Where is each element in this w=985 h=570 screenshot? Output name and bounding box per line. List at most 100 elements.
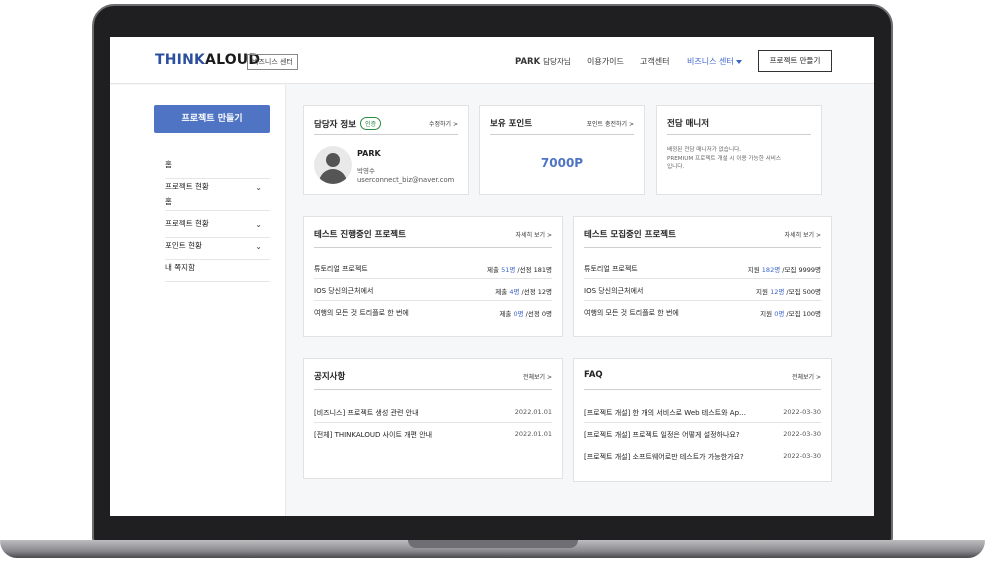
stat-num: 0명 xyxy=(774,310,785,318)
user-suffix: 담당자님 xyxy=(543,57,571,66)
stat-pre: 지원 xyxy=(747,266,762,274)
manager-email: userconnect_biz@naver.com xyxy=(357,176,455,184)
project-name: IOS 당신의근처에서 xyxy=(584,287,644,295)
sidebar-item-point-status[interactable]: 포인트 현황 ⌄ xyxy=(165,240,270,260)
recruit-details-link[interactable]: 자세히 보기 > xyxy=(785,230,821,239)
stat-post: /선정 12명 xyxy=(519,288,552,296)
create-project-button-top[interactable]: 프로젝트 만들기 xyxy=(758,50,832,72)
thinkaloud-logo[interactable]: THINKALOUD xyxy=(155,52,260,68)
project-row[interactable]: 튜토리얼 프로젝트 지원 182명 /모집 9999명 xyxy=(584,257,821,279)
stat-num: 182명 xyxy=(761,266,781,274)
stat-pre: 지원 xyxy=(756,288,771,296)
stat-pre: 제출 xyxy=(495,288,510,296)
caret-down-icon xyxy=(735,59,742,64)
notice-row[interactable]: [전체] THINKALOUD 사이트 개편 안내 2022.01.01 xyxy=(314,423,552,445)
nav-guide[interactable]: 이용가이드 xyxy=(587,56,624,67)
sidebar-item-label: 내 쪽지함 xyxy=(165,263,195,272)
faq-date: 2022-03-30 xyxy=(783,452,821,460)
sidebar: 프로젝트 만들기 홈 프로젝트 현황 홈 ⌄ 프로젝트 현황 ⌄ 포인트 현황 … xyxy=(110,85,286,516)
stat-pre: 제출 xyxy=(499,310,514,318)
faq-card-title: FAQ xyxy=(584,370,603,380)
notice-title: [전체] THINKALOUD 사이트 개편 안내 xyxy=(314,431,433,439)
laptop-notch xyxy=(408,540,578,548)
stat-post: /선정 181명 xyxy=(515,266,552,274)
notice-card-title: 공지사항 xyxy=(314,372,346,382)
dedicated-manager-text: 배정된 전담 매니저가 없습니다. PREMIUM 프로젝트 개설 시 이용 가… xyxy=(667,146,817,172)
logo-part1: THINK xyxy=(155,52,206,68)
stat-num: 0명 xyxy=(513,310,524,318)
chevron-down-icon: ⌄ xyxy=(255,183,262,192)
faq-row[interactable]: [프로젝트 개설] 소프트웨어로만 테스트가 가능한가요? 2022-03-30 xyxy=(584,445,821,467)
dedicated-text-line2: PREMIUM 프로젝트 개설 시 이용 가능한 서비스 xyxy=(667,155,782,162)
recruiting-projects-card: 테스트 모집중인 프로젝트 자세히 보기 > 튜토리얼 프로젝트 지원 182명… xyxy=(573,216,832,337)
sidebar-item-project-status-home[interactable]: 프로젝트 현황 홈 ⌄ xyxy=(165,181,270,211)
dedicated-text-line3: 입니다. xyxy=(667,164,685,170)
divider xyxy=(490,134,634,135)
dedicated-card-title: 전담 매니저 xyxy=(667,119,710,129)
sidebar-item-label: 포인트 현황 xyxy=(165,241,202,250)
stat-post: /모집 500명 xyxy=(784,288,821,296)
chevron-down-icon: ⌄ xyxy=(255,242,262,251)
testing-details-link[interactable]: 자세히 보기 > xyxy=(516,230,552,239)
nav-customer-center[interactable]: 고객센터 xyxy=(640,56,669,67)
points-value: 7000P xyxy=(540,156,584,170)
divider xyxy=(584,389,821,390)
project-name: 여행의 모든 것 트리플로 한 번에 xyxy=(314,309,409,317)
manager-name: PARK xyxy=(357,149,381,158)
sidebar-item-project-status[interactable]: 프로젝트 현황 ⌄ xyxy=(165,218,270,238)
stat-post: /선정 0명 xyxy=(523,310,552,318)
project-row[interactable]: IOS 당신의근처에서 제출 4명 /선정 12명 xyxy=(314,279,552,301)
user-name: PARK xyxy=(515,57,541,67)
project-name: 튜토리얼 프로젝트 xyxy=(584,265,638,273)
sidebar-item-home[interactable]: 홈 xyxy=(165,159,270,179)
project-stat: 제출 4명 /선정 12명 xyxy=(495,286,552,296)
project-name: 튜토리얼 프로젝트 xyxy=(314,265,368,273)
stat-num: 12명 xyxy=(770,288,785,296)
manager-info-card: 담당자 정보 인증 수정하기 > PARK 박영수 userconnect_biz… xyxy=(303,105,469,195)
create-project-button-sidebar[interactable]: 프로젝트 만들기 xyxy=(154,105,270,133)
divider xyxy=(314,389,552,390)
notice-date: 2022.01.01 xyxy=(514,408,552,416)
faq-date: 2022-03-30 xyxy=(783,408,821,416)
testing-projects-card: 테스트 진행중인 프로젝트 자세히 보기 > 튜토리얼 프로젝트 제출 51명 … xyxy=(303,216,563,337)
user-greeting[interactable]: PARK 담당자님 xyxy=(515,56,571,67)
sidebar-item-label: 프로젝트 현황 xyxy=(165,219,209,228)
nav-business-center[interactable]: 비즈니스 센터 xyxy=(687,56,742,67)
edit-link[interactable]: 수정하기 > xyxy=(429,119,458,128)
project-stat: 제출 51명 /선정 181명 xyxy=(487,264,552,274)
divider xyxy=(314,134,458,135)
faq-title: [프로젝트 개설] 소프트웨어로만 테스트가 가능한가요? xyxy=(584,453,744,461)
notice-row[interactable]: [비즈니스] 프로젝트 생성 관련 안내 2022.01.01 xyxy=(314,401,552,423)
project-row[interactable]: IOS 당신의근처에서 지원 12명 /모집 500명 xyxy=(584,279,821,301)
notice-card: 공지사항 전체보기 > [비즈니스] 프로젝트 생성 관련 안내 2022.01… xyxy=(303,358,563,479)
faq-card: FAQ 전체보기 > [프로젝트 개설] 한 개의 서비스로 Web 테스트와 … xyxy=(573,358,832,482)
sidebar-item-inbox[interactable]: 내 쪽지함 xyxy=(165,262,270,282)
stat-num: 4명 xyxy=(509,288,520,296)
notice-date: 2022.01.01 xyxy=(514,430,552,438)
notice-view-all-link[interactable]: 전체보기 > xyxy=(523,372,552,381)
project-row[interactable]: 여행의 모든 것 트리플로 한 번에 제출 0명 /선정 0명 xyxy=(314,301,552,323)
project-stat: 지원 0명 /모집 100명 xyxy=(760,308,821,318)
card-title: 담당자 정보 인증 xyxy=(314,117,382,130)
project-stat: 지원 12명 /모집 500명 xyxy=(756,286,821,296)
screen: THINKALOUD 비즈니스 센터 PARK 담당자님 이용가이드 고객센터 … xyxy=(110,37,874,516)
stat-pre: 제출 xyxy=(487,266,502,274)
laptop-frame: THINKALOUD 비즈니스 센터 PARK 담당자님 이용가이드 고객센터 … xyxy=(0,0,985,570)
faq-title: [프로젝트 개설] 프로젝트 일정은 어떻게 설정하나요? xyxy=(584,431,740,439)
verified-badge: 인증 xyxy=(360,117,382,130)
project-row[interactable]: 튜토리얼 프로젝트 제출 51명 /선정 181명 xyxy=(314,257,552,279)
sidebar-item-label-2: 홈 xyxy=(165,197,172,206)
charge-points-link[interactable]: 포인트 충전하기 > xyxy=(587,119,634,128)
avatar xyxy=(314,146,352,184)
points-card: 보유 포인트 포인트 충전하기 > 7000P xyxy=(479,105,645,195)
notice-title: [비즈니스] 프로젝트 생성 관련 안내 xyxy=(314,409,419,417)
business-center-tag: 비즈니스 센터 xyxy=(247,54,298,70)
faq-row[interactable]: [프로젝트 개설] 프로젝트 일정은 어떻게 설정하나요? 2022-03-30 xyxy=(584,423,821,445)
avatar-head xyxy=(326,153,340,167)
dedicated-manager-card: 전담 매니저 배정된 전담 매니저가 없습니다. PREMIUM 프로젝트 개설… xyxy=(656,105,822,195)
project-row[interactable]: 여행의 모든 것 트리플로 한 번에 지원 0명 /모집 100명 xyxy=(584,301,821,323)
faq-row[interactable]: [프로젝트 개설] 한 개의 서비스로 Web 테스트와 Ap… 2022-03… xyxy=(584,401,821,423)
chevron-down-icon: ⌄ xyxy=(255,220,262,229)
faq-view-all-link[interactable]: 전체보기 > xyxy=(792,372,821,381)
stat-num: 51명 xyxy=(501,266,516,274)
